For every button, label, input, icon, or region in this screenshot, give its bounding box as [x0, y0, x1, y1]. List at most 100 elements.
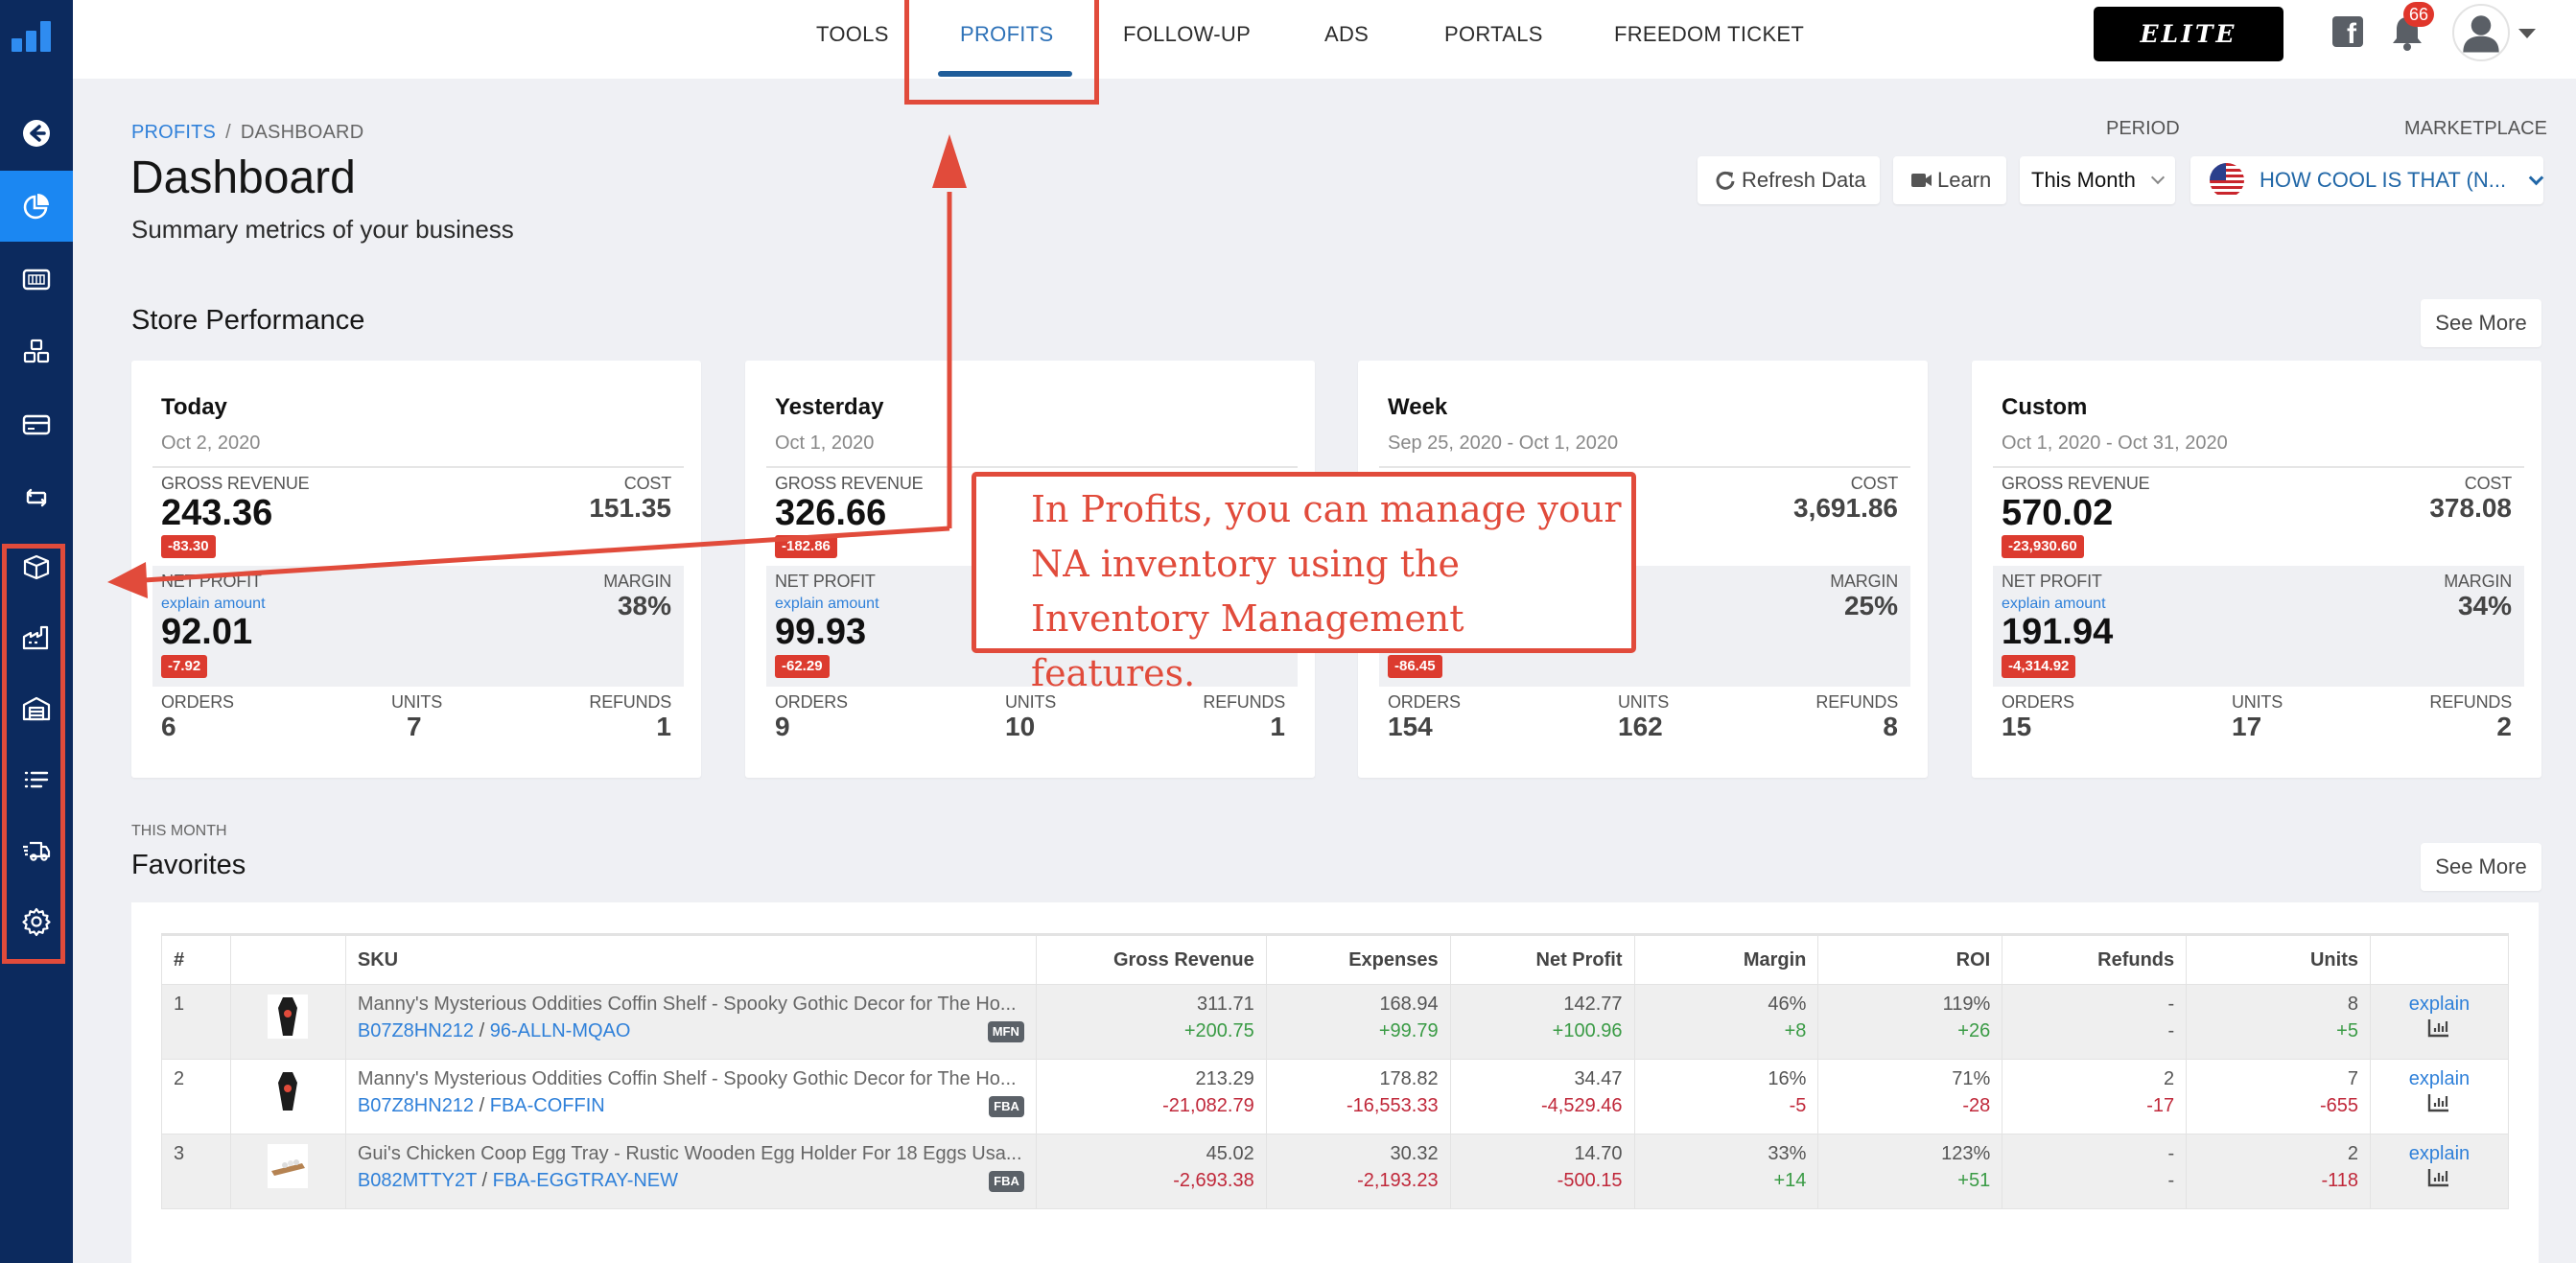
net-profit-value: 92.01	[161, 612, 253, 652]
tab-ads[interactable]: ADS	[1324, 0, 1369, 79]
card-title: Week	[1388, 394, 1448, 420]
asin-link[interactable]: B082MTTY2T	[358, 1170, 477, 1191]
sidebar-item-settings[interactable]	[0, 886, 73, 957]
col-header-gross-revenue[interactable]: Gross Revenue	[1035, 933, 1267, 985]
col-header-margin[interactable]: Margin	[1633, 933, 1819, 985]
user-menu-caret-icon[interactable]	[2518, 29, 2536, 38]
sku-link[interactable]: FBA-EGGTRAY-NEW	[493, 1170, 678, 1191]
explain-amount-link[interactable]: explain amount	[775, 596, 879, 613]
cell-gross-revenue: 311.71 +200.75	[1035, 984, 1267, 1060]
sidebar-item-shipments[interactable]	[0, 815, 73, 886]
orders-label: ORDERS	[161, 692, 234, 712]
refunds-value: -	[2167, 994, 2175, 1015]
sku-link[interactable]: FBA-COFFIN	[490, 1095, 605, 1116]
margin-value: 34%	[2457, 591, 2512, 620]
card-divider	[1379, 466, 1910, 468]
elite-button[interactable]: ELITE	[2094, 7, 2283, 61]
units-delta: -655	[2319, 1095, 2358, 1116]
col-header-expenses[interactable]: Expenses	[1265, 933, 1451, 985]
tab-tools[interactable]: TOOLS	[816, 0, 889, 79]
product-thumbnail-egg-tray[interactable]	[268, 1144, 309, 1188]
units-delta: +5	[2336, 1020, 2358, 1041]
tab-follow-up[interactable]: FOLLOW-UP	[1123, 0, 1251, 79]
sidebar-item-inventory[interactable]	[0, 531, 73, 602]
margin-value: 16%	[1768, 1068, 1807, 1089]
refresh-data-label: Refresh Data	[1742, 168, 1866, 192]
asin-link[interactable]: B07Z8HN212	[358, 1020, 474, 1041]
card-title: Yesterday	[775, 394, 884, 420]
refunds-value: 2	[2496, 712, 2512, 741]
sidebar-item-dashboard[interactable]	[0, 171, 73, 242]
cell-refunds: --	[2002, 984, 2188, 1060]
refresh-data-button[interactable]: Refresh Data	[1698, 156, 1880, 204]
roi-value: 123%	[1941, 1143, 1991, 1164]
sidebar-item-calendar[interactable]	[0, 244, 73, 315]
channel-badge: MFN	[987, 1021, 1024, 1042]
gross-revenue-delta-badge: -83.30	[161, 535, 216, 558]
cell-units: 2 -118	[2186, 1134, 2371, 1209]
performance-card-custom: Custom Oct 1, 2020 - Oct 31, 2020 GROSS …	[1972, 361, 2541, 778]
sidebar-item-back[interactable]	[0, 98, 73, 169]
margin-delta: -5	[1789, 1095, 1807, 1116]
table-header-row: # SKU Gross Revenue Expenses Net Profit …	[161, 933, 2510, 985]
units-value: 2	[2347, 1143, 2358, 1164]
col-header-sku[interactable]: SKU	[344, 933, 1037, 985]
cost-value: 151.35	[589, 493, 671, 523]
cell-net-profit: 34.47 -4,529.46	[1449, 1059, 1635, 1134]
col-header-units[interactable]: Units	[2186, 933, 2371, 985]
explain-link[interactable]: explain	[2382, 1065, 2496, 1092]
refresh-icon	[1716, 171, 1735, 190]
active-tab-indicator	[938, 71, 1072, 77]
orders-value: 6	[161, 712, 176, 741]
cell-margin: 33% +14	[1633, 1134, 1819, 1209]
facebook-icon[interactable]: f	[2332, 16, 2363, 47]
explain-link[interactable]: explain	[2382, 991, 2496, 1017]
learn-button[interactable]: Learn	[1893, 156, 2006, 204]
product-thumbnail-coffin-shelf[interactable]	[268, 994, 309, 1039]
store-performance-see-more-button[interactable]: See More	[2421, 299, 2541, 347]
row-index: 1	[161, 984, 231, 1060]
sidebar-item-products[interactable]	[0, 316, 73, 387]
sidebar-item-warehouse[interactable]	[0, 673, 73, 744]
explain-amount-link[interactable]: explain amount	[2002, 596, 2106, 613]
sidebar-item-suppliers[interactable]	[0, 602, 73, 673]
sidebar-item-billing[interactable]	[0, 389, 73, 460]
breadcrumb-profits[interactable]: PROFITS	[131, 122, 216, 143]
net-profit-label: NET PROFIT	[2002, 572, 2102, 591]
channel-badge: FBA	[989, 1171, 1024, 1192]
avatar[interactable]	[2452, 4, 2510, 61]
refunds-value: 8	[1883, 712, 1898, 741]
tab-freedom-ticket[interactable]: FREEDOM TICKET	[1614, 0, 1804, 79]
calendar-grid-icon	[22, 269, 51, 291]
cell-refunds: 2 -17	[2002, 1059, 2188, 1134]
sidebar-item-lists[interactable]	[0, 744, 73, 815]
card-divider	[1993, 466, 2524, 468]
col-header-refunds[interactable]: Refunds	[2002, 933, 2188, 985]
margin-label: MARGIN	[2444, 572, 2512, 591]
marketplace-select[interactable]: HOW COOL IS THAT (N...	[2190, 156, 2544, 204]
favorites-see-more-button[interactable]: See More	[2421, 843, 2541, 891]
app-logo[interactable]	[12, 17, 54, 52]
period-select[interactable]: This Month	[2020, 156, 2175, 204]
bar-chart-icon[interactable]	[2427, 1092, 2450, 1113]
bar-chart-icon[interactable]	[2427, 1017, 2450, 1039]
gross-revenue-value: 45.02	[1206, 1143, 1254, 1164]
col-header-net-profit[interactable]: Net Profit	[1449, 933, 1635, 985]
tab-profits[interactable]: PROFITS	[960, 0, 1053, 79]
bar-chart-icon[interactable]	[2427, 1167, 2450, 1188]
card-title: Custom	[2002, 394, 2088, 420]
table-row: 2 Manny's Mysterious Oddities Coffin She…	[161, 1059, 2510, 1134]
sku-link[interactable]: 96-ALLN-MQAO	[490, 1020, 631, 1041]
cell-roi: 123% +51	[1817, 1134, 2003, 1209]
annotation-callout: In Profits, you can manage your NA inven…	[972, 472, 1636, 694]
table-row: 3 Gui's Chicken Coop Egg Tray - Rustic W…	[161, 1134, 2510, 1209]
tab-portals[interactable]: PORTALS	[1444, 0, 1543, 79]
asin-link[interactable]: B07Z8HN212	[358, 1095, 474, 1116]
orders-label: ORDERS	[1388, 692, 1461, 712]
row-index: 3	[161, 1134, 231, 1209]
col-header-roi[interactable]: ROI	[1817, 933, 2003, 985]
product-thumbnail-coffin-shelf[interactable]	[268, 1069, 309, 1113]
explain-amount-link[interactable]: explain amount	[161, 596, 266, 613]
explain-link[interactable]: explain	[2382, 1140, 2496, 1167]
sidebar-item-transfers[interactable]	[0, 462, 73, 533]
